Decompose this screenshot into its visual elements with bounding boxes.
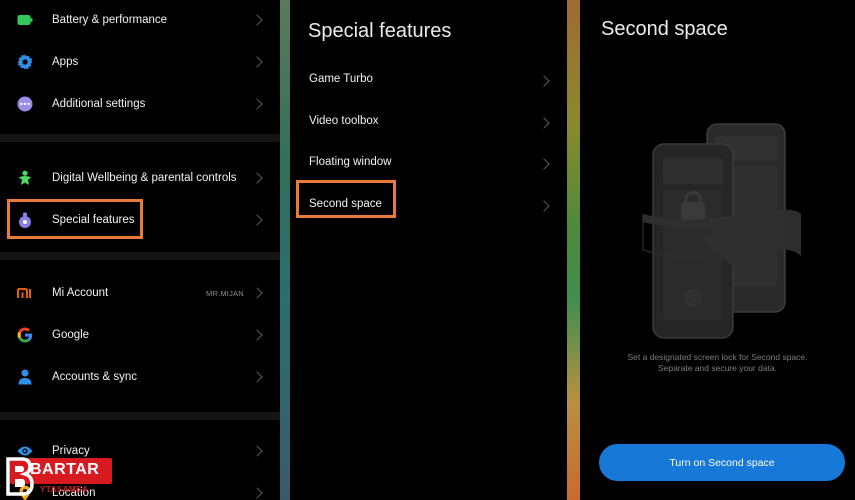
feature-item-game-turbo[interactable]: Game Turbo — [290, 61, 567, 101]
settings-item-apps[interactable]: Apps — [0, 42, 280, 82]
settings-item-accounts-sync[interactable]: Accounts & sync — [0, 357, 280, 397]
wellbeing-icon — [17, 170, 33, 186]
bartar-watermark-logo: BARTAR YTASAMEA — [4, 456, 116, 500]
settings-item-label: Google — [52, 329, 90, 341]
chevron-right-icon — [538, 75, 550, 87]
second-space-illustration — [642, 123, 801, 339]
settings-item-label: Mi Account — [52, 287, 109, 299]
settings-item-additional-settings[interactable]: Additional settings — [0, 84, 280, 124]
person-icon — [17, 369, 33, 385]
chevron-right-icon — [251, 371, 263, 383]
settings-item-battery-performance[interactable]: Battery & performance — [0, 0, 280, 40]
section-divider — [0, 412, 280, 420]
chevron-right-icon — [251, 487, 263, 499]
logo-tagline: YTASAMEA — [40, 485, 89, 494]
second-space-panel: Second space Set a designated screen loc… — [580, 0, 855, 500]
feature-item-floating-window[interactable]: Floating window — [290, 144, 567, 184]
chevron-right-icon — [251, 56, 263, 68]
settings-item-digital-wellbeing[interactable]: Digital Wellbeing & parental controls — [0, 158, 280, 198]
gear-icon — [17, 54, 33, 70]
section-divider — [0, 252, 280, 260]
settings-item-label: Additional settings — [52, 98, 146, 110]
chevron-right-icon — [251, 172, 263, 184]
settings-item-label: Battery & performance — [52, 14, 168, 26]
description-line-1: Set a designated screen lock for Second … — [627, 352, 808, 362]
settings-item-label: Apps — [52, 56, 79, 68]
chevron-right-icon — [251, 214, 263, 226]
section-divider — [0, 134, 280, 142]
logo-brand-text: BARTAR — [30, 461, 100, 478]
feature-item-label: Video toolbox — [309, 115, 379, 127]
second-space-description: Set a designated screen lock for Second … — [580, 352, 855, 374]
chevron-right-icon — [251, 445, 263, 457]
panel-divider — [280, 0, 290, 500]
highlight-box-second-space — [296, 180, 396, 218]
settings-item-label: Accounts & sync — [52, 371, 138, 383]
feature-item-label: Floating window — [309, 156, 392, 168]
chevron-right-icon — [538, 158, 550, 170]
settings-item-label: Digital Wellbeing & parental controls — [52, 172, 237, 184]
page-title: Special features — [308, 20, 452, 42]
chevron-right-icon — [251, 287, 263, 299]
more-dots-icon — [17, 96, 33, 112]
panel-divider — [567, 0, 580, 500]
mi-icon — [17, 285, 33, 301]
chevron-right-icon — [251, 98, 263, 110]
battery-icon — [17, 12, 33, 28]
account-name: MR.MIJAN — [206, 288, 244, 298]
turn-on-second-space-button[interactable]: Turn on Second space — [599, 444, 845, 481]
settings-item-google[interactable]: Google — [0, 315, 280, 355]
feature-item-label: Game Turbo — [309, 73, 373, 85]
chevron-right-icon — [538, 200, 550, 212]
highlight-box-special-features — [7, 199, 143, 239]
page-title: Second space — [601, 18, 728, 40]
chevron-right-icon — [251, 14, 263, 26]
settings-item-mi-account[interactable]: Mi Account MR.MIJAN — [0, 273, 280, 313]
special-features-panel: Special features Game Turbo Video toolbo… — [290, 0, 567, 500]
google-icon — [17, 327, 33, 343]
feature-item-video-toolbox[interactable]: Video toolbox — [290, 103, 567, 143]
settings-panel: Battery & performance Apps Additional se… — [0, 0, 280, 500]
chevron-right-icon — [251, 329, 263, 341]
description-line-2: Separate and secure your data. — [657, 363, 778, 373]
chevron-right-icon — [538, 117, 550, 129]
